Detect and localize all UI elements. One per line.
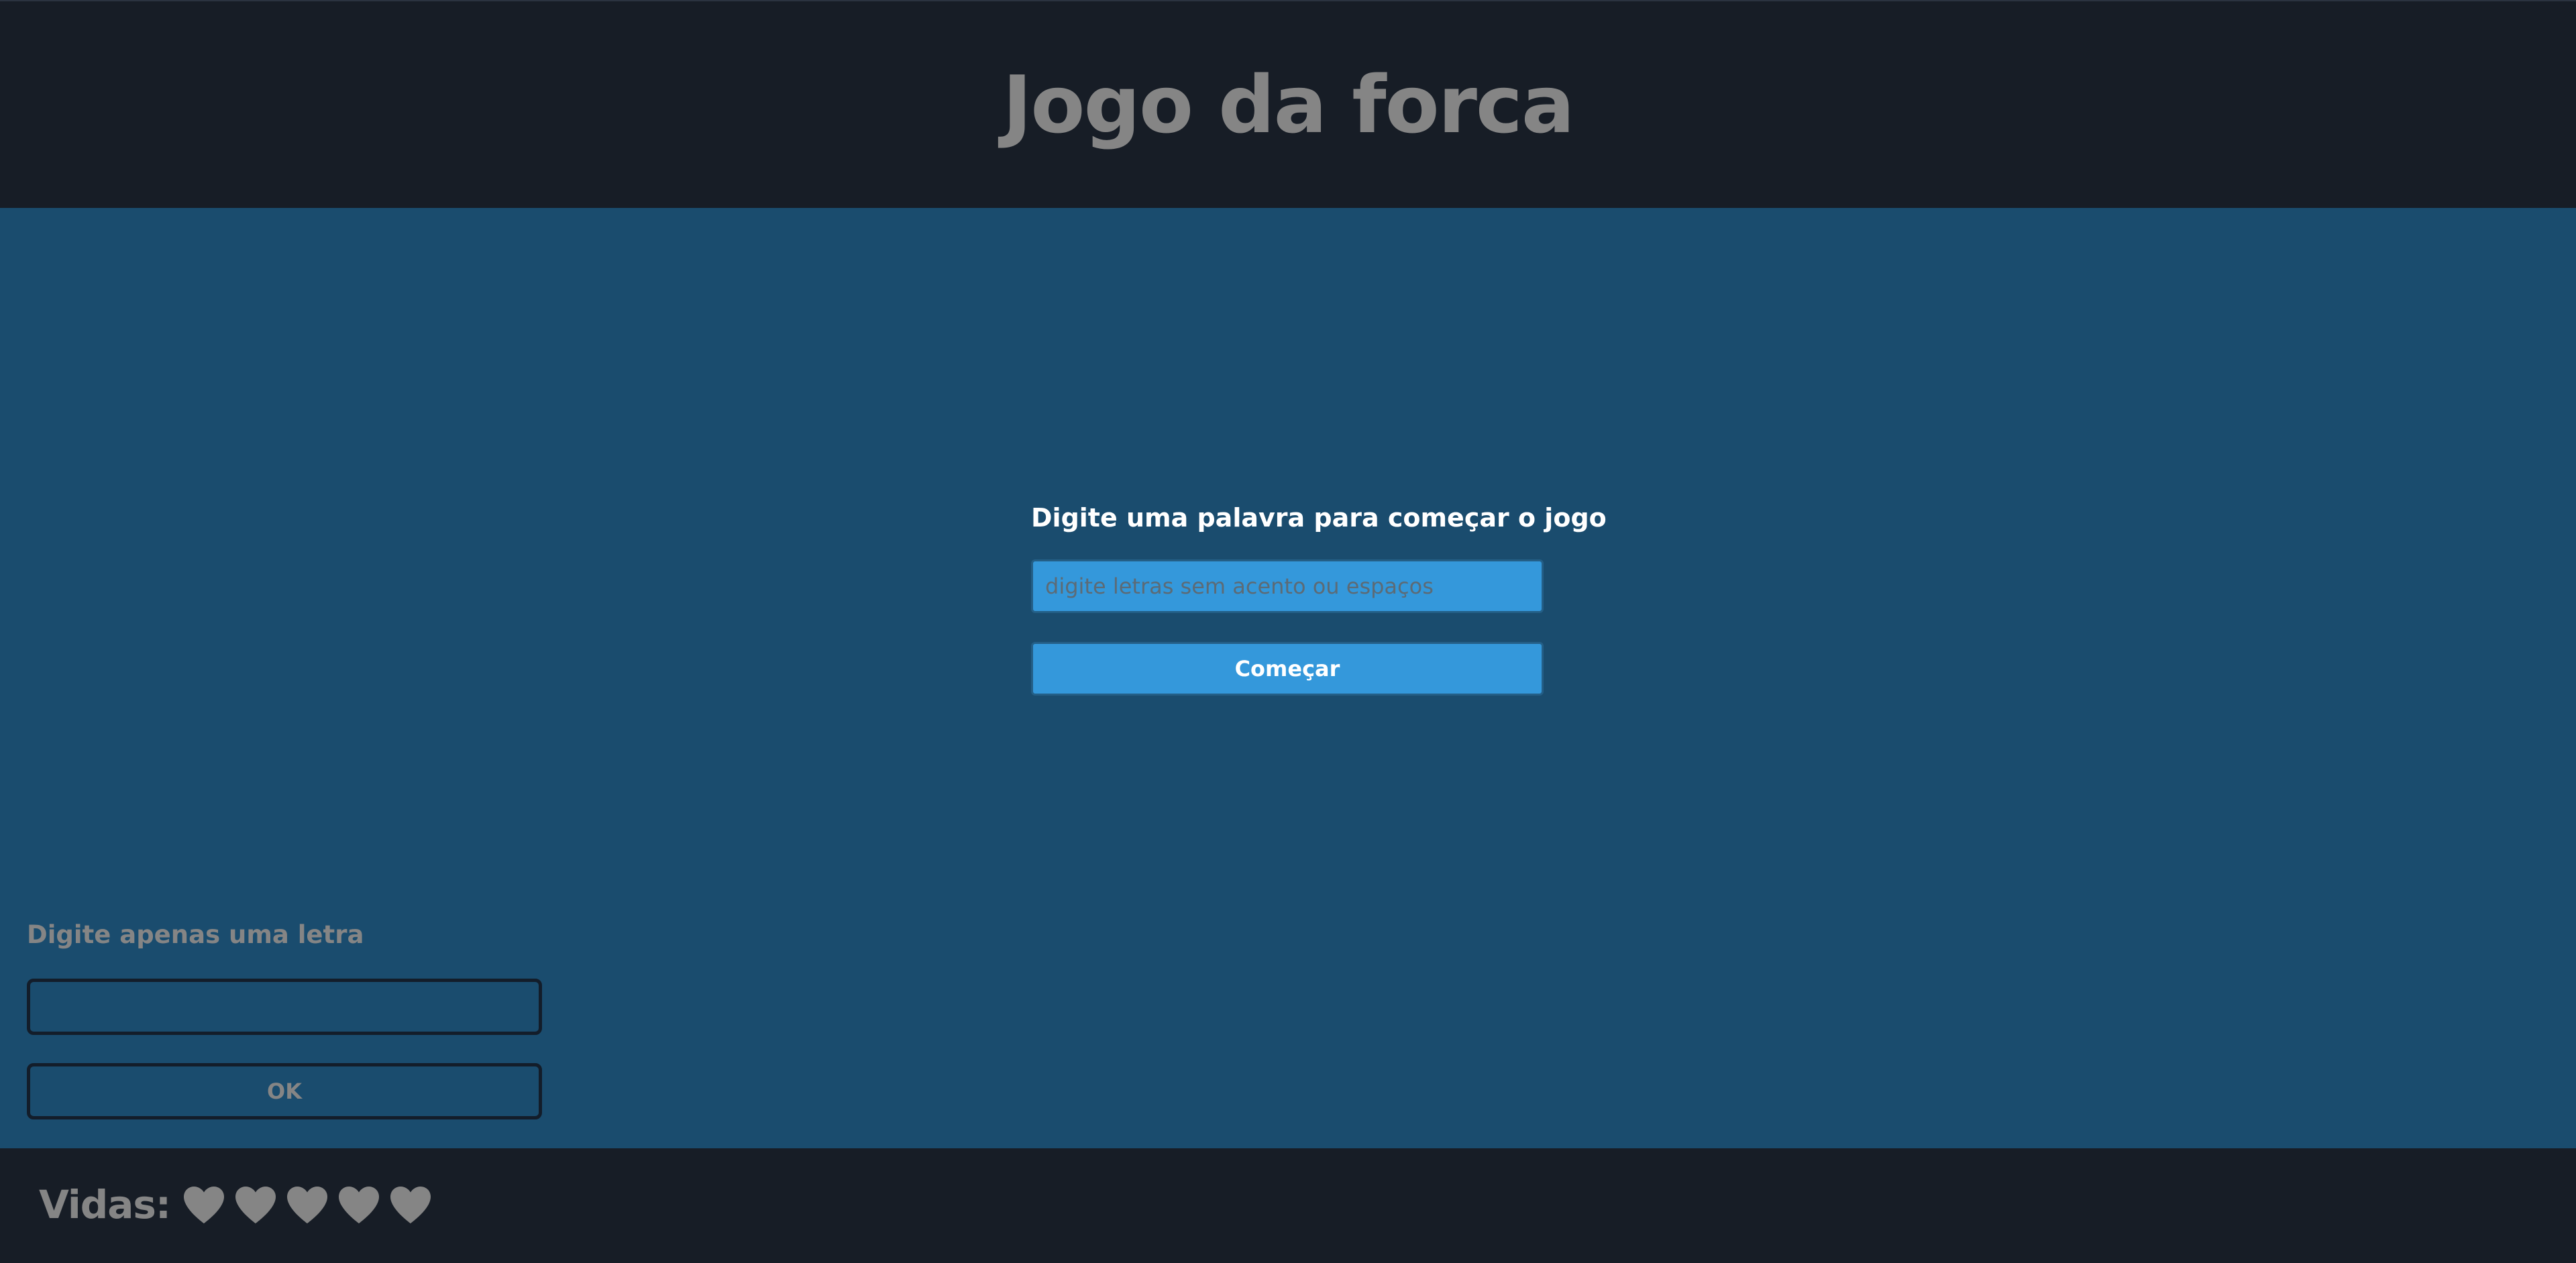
heart-icon xyxy=(235,1186,276,1223)
heart-icon xyxy=(184,1186,225,1223)
heart-icon xyxy=(339,1186,380,1223)
hearts-container xyxy=(182,1185,441,1224)
lives-display: Vidas: xyxy=(39,1182,441,1227)
start-button[interactable]: Começar xyxy=(1031,642,1544,696)
heart-icon xyxy=(287,1186,328,1223)
footer: Vidas: xyxy=(0,1148,2576,1263)
start-game-panel: Digite uma palavra para começar o jogo C… xyxy=(1031,503,1607,696)
start-instructions: Digite uma palavra para começar o jogo xyxy=(1031,503,1607,533)
page-title: Jogo da forca xyxy=(1002,58,1575,151)
heart-icon xyxy=(390,1186,431,1223)
secret-word-input[interactable] xyxy=(1031,559,1544,613)
guess-letter-panel: Digite apenas uma letra OK xyxy=(27,920,542,1119)
header: Jogo da forca xyxy=(0,0,2576,208)
lives-label: Vidas: xyxy=(39,1181,171,1227)
letter-input[interactable] xyxy=(27,979,542,1035)
ok-button[interactable]: OK xyxy=(27,1063,542,1119)
game-area: Digite uma palavra para começar o jogo C… xyxy=(0,208,2576,1148)
guess-instructions: Digite apenas uma letra xyxy=(27,920,364,949)
